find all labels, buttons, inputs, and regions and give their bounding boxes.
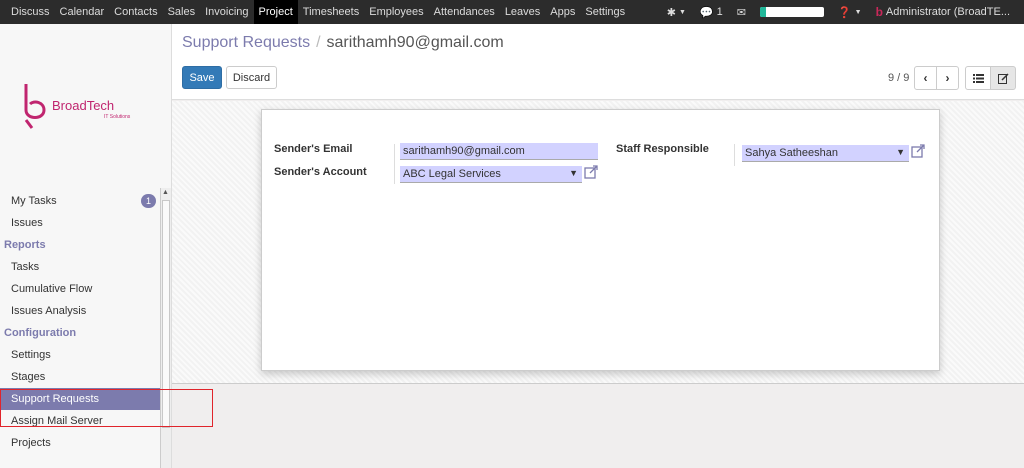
form-view-button[interactable] [990, 66, 1016, 90]
chevron-left-icon: ‹ [923, 71, 928, 85]
form-sheet: Sender's Email sarithamh90@gmail.com Sen… [261, 109, 940, 371]
pager-value[interactable]: 9 / 9 [888, 72, 909, 84]
sidebar-menu: My Tasks 1 Issues Reports Tasks Cumulati… [0, 190, 160, 454]
company-logo-icon: b [875, 5, 883, 19]
chevron-right-icon: › [945, 71, 950, 85]
broadtech-logo-icon [24, 84, 46, 129]
pager-previous-button[interactable]: ‹ [914, 66, 937, 90]
brand-name: BroadTech [52, 98, 115, 113]
user-menu[interactable]: b Administrator (BroadTE... [872, 5, 1014, 19]
app-menu: Discuss Calendar Contacts Sales Invoicin… [0, 0, 630, 24]
field-divider [734, 144, 735, 166]
messaging-menu[interactable]: 💬 1 [696, 6, 727, 19]
sidebar-item-cumulative-flow[interactable]: Cumulative Flow [0, 278, 160, 300]
tasks-count-badge: 1 [140, 194, 156, 208]
menu-timesheets[interactable]: Timesheets [298, 0, 364, 24]
sidebar-item-projects[interactable]: Projects [0, 432, 160, 454]
discard-button[interactable]: Discard [226, 66, 277, 89]
company-logo: BroadTech IT Solutions [20, 82, 150, 154]
sender-email-value: sarithamh90@gmail.com [403, 145, 525, 157]
sidebar-item-stages[interactable]: Stages [0, 366, 160, 388]
envelope-icon: ✉ [736, 6, 746, 19]
breadcrumb: Support Requests / sarithamh90@gmail.com [182, 34, 504, 52]
menu-leaves[interactable]: Leaves [500, 0, 545, 24]
messages-count: 1 [716, 6, 723, 18]
field-divider [394, 144, 395, 184]
caret-down-icon: ▼ [896, 147, 905, 157]
breadcrumb-current: sarithamh90@gmail.com [326, 34, 504, 51]
menu-attendances[interactable]: Attendances [429, 0, 500, 24]
sender-account-label: Sender's Account [274, 166, 367, 178]
question-circle-icon: ❓ [837, 6, 852, 19]
main-content: Support Requests / sarithamh90@gmail.com… [172, 24, 1024, 468]
progress-bar [759, 7, 824, 17]
sidebar-heading-configuration: Configuration [4, 327, 77, 339]
save-button[interactable]: Save [182, 66, 222, 89]
sidebar-item-settings[interactable]: Settings [0, 344, 160, 366]
menu-invoicing[interactable]: Invoicing [200, 0, 253, 24]
menu-discuss[interactable]: Discuss [6, 0, 55, 24]
scrollbar-thumb[interactable] [162, 200, 170, 428]
mail-menu[interactable]: ✉ [733, 6, 750, 19]
pager-next-button[interactable]: › [936, 66, 959, 90]
sidebar-scrollbar[interactable]: ▲ [160, 188, 171, 468]
help-menu[interactable]: ❓ ▼ [834, 6, 866, 19]
menu-calendar[interactable]: Calendar [55, 0, 110, 24]
debug-menu[interactable]: ✱ ▼ [663, 6, 690, 19]
sidebar: BroadTech IT Solutions My Tasks 1 Issues… [0, 24, 172, 468]
staff-responsible-label: Staff Responsible [616, 143, 709, 155]
main-navbar: Discuss Calendar Contacts Sales Invoicin… [0, 0, 1024, 24]
control-panel: Support Requests / sarithamh90@gmail.com… [172, 24, 1024, 100]
sidebar-item-issues-analysis[interactable]: Issues Analysis [0, 300, 160, 322]
caret-down-icon: ▼ [678, 8, 686, 16]
menu-project[interactable]: Project [253, 0, 298, 24]
breadcrumb-parent-link[interactable]: Support Requests [182, 34, 310, 52]
sender-account-select[interactable]: ABC Legal Services ▼ [400, 166, 582, 183]
sidebar-item-assign-mail-server[interactable]: Assign Mail Server [0, 410, 160, 432]
sidebar-item-label: My Tasks [11, 195, 57, 207]
menu-employees[interactable]: Employees [364, 0, 428, 24]
sidebar-item-issues[interactable]: Issues [0, 212, 160, 234]
caret-down-icon: ▼ [854, 8, 862, 16]
scroll-up-arrow-icon[interactable]: ▲ [162, 189, 169, 196]
staff-responsible-value: Sahya Satheeshan [745, 147, 838, 159]
sidebar-item-my-tasks[interactable]: My Tasks 1 [0, 190, 160, 212]
sidebar-item-tasks[interactable]: Tasks [0, 256, 160, 278]
edit-icon [997, 72, 1009, 84]
sender-email-input[interactable]: sarithamh90@gmail.com [400, 143, 598, 160]
sender-email-label: Sender's Email [274, 143, 353, 155]
progress-widget [756, 7, 828, 17]
sender-account-value: ABC Legal Services [403, 168, 501, 180]
caret-down-icon: ▼ [569, 168, 578, 178]
list-view-button[interactable] [965, 66, 991, 90]
list-icon [972, 73, 984, 83]
menu-contacts[interactable]: Contacts [109, 0, 162, 24]
menu-settings[interactable]: Settings [580, 0, 630, 24]
sidebar-item-support-requests[interactable]: Support Requests [0, 388, 160, 410]
external-link-icon[interactable] [584, 165, 598, 179]
bug-icon: ✱ [666, 6, 676, 19]
comments-icon: 💬 [699, 6, 714, 19]
user-name: Administrator (BroadTE... [885, 6, 1010, 18]
external-link-icon[interactable] [911, 144, 925, 158]
menu-sales[interactable]: Sales [163, 0, 201, 24]
systray: ✱ ▼ 💬 1 ✉ ❓ ▼ b Administrator (BroadTE... [663, 0, 1024, 24]
breadcrumb-separator: / [316, 34, 321, 51]
sidebar-heading-reports: Reports [4, 239, 46, 251]
progress-bar-fill [759, 7, 766, 17]
brand-subtitle: IT Solutions [104, 114, 131, 120]
menu-apps[interactable]: Apps [545, 0, 580, 24]
staff-responsible-select[interactable]: Sahya Satheeshan ▼ [742, 145, 909, 162]
